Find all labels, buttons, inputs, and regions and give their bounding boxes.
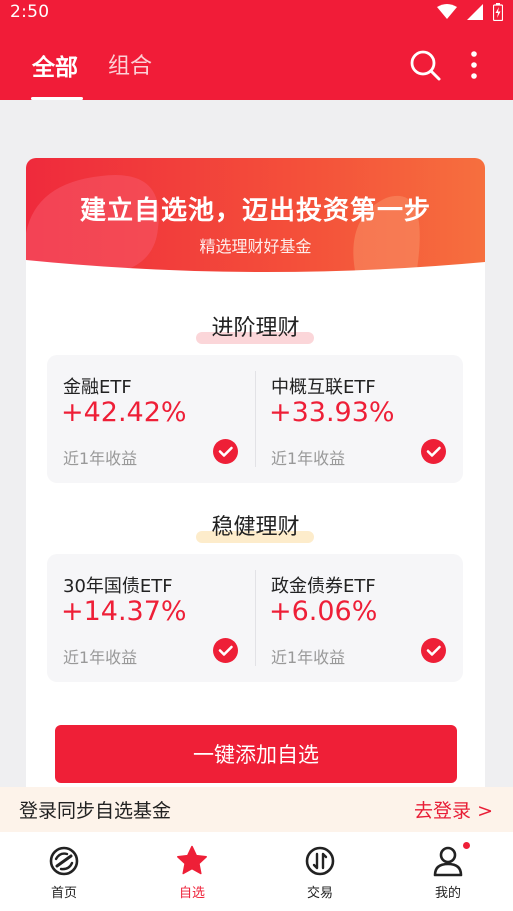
- login-link[interactable]: 去登录 >: [414, 796, 493, 823]
- fund-return-label: 近1年收益: [271, 449, 346, 468]
- tab-underline: [31, 97, 83, 100]
- fund-return: +42.42%: [61, 397, 187, 428]
- section-title-text: 稳健理财: [211, 515, 300, 540]
- wifi-icon: [437, 4, 457, 19]
- fund-card[interactable]: 30年国债ETF +14.37% 近1年收益: [47, 554, 255, 682]
- fund-group-steady: 30年国债ETF +14.37% 近1年收益 政金债券ETF +6.06% 近1…: [47, 554, 463, 682]
- status-bar: 2:50: [0, 0, 513, 24]
- section-title-text: 进阶理财: [211, 316, 300, 341]
- fund-name: 中概互联ETF: [271, 377, 376, 398]
- tab-label: 首页: [50, 886, 77, 901]
- tab-label: 交易: [306, 886, 333, 901]
- tab-all[interactable]: 全部: [32, 48, 78, 82]
- tab-label: 我的: [434, 886, 461, 901]
- fund-return-label: 近1年收益: [63, 449, 138, 468]
- fund-card[interactable]: 金融ETF +42.42% 近1年收益: [47, 355, 255, 483]
- fund-return: +14.37%: [61, 596, 187, 627]
- trade-icon: [305, 846, 335, 876]
- login-bar: 登录同步自选基金 去登录 >: [0, 787, 513, 832]
- fund-name: 金融ETF: [63, 377, 132, 398]
- banner-subtitle: 精选理财好基金: [199, 237, 312, 256]
- tab-group[interactable]: 组合: [108, 48, 152, 80]
- bottom-tab-bar: 首页 自选 交易 我的: [0, 832, 513, 911]
- fund-group-advanced: 金融ETF +42.42% 近1年收益 中概互联ETF +33.93% 近1年收…: [47, 355, 463, 483]
- tab-watchlist[interactable]: 自选: [128, 832, 256, 911]
- fund-name: 30年国债ETF: [63, 576, 173, 597]
- status-icons: [437, 3, 503, 21]
- fund-return-label: 近1年收益: [271, 648, 346, 667]
- home-icon: [49, 846, 79, 876]
- top-bar: 2:50 全部 组合: [0, 0, 513, 100]
- check-icon[interactable]: [421, 439, 446, 464]
- section-title-steady: 稳健理财: [26, 509, 485, 543]
- fund-return: +33.93%: [269, 397, 395, 428]
- watchlist-card: 建立自选池，迈出投资第一步 精选理财好基金 进阶理财 金融ETF +42.42%…: [26, 158, 485, 838]
- login-prompt: 登录同步自选基金: [19, 800, 172, 822]
- battery-icon: [493, 3, 503, 21]
- fund-card[interactable]: 政金债券ETF +6.06% 近1年收益: [255, 554, 463, 682]
- fund-return: +6.06%: [269, 596, 378, 627]
- banner-title: 建立自选池，迈出投资第一步: [79, 196, 431, 226]
- fund-name: 政金债券ETF: [271, 576, 376, 597]
- status-time: 2:50: [10, 2, 50, 22]
- tab-home[interactable]: 首页: [0, 832, 128, 911]
- check-icon[interactable]: [421, 638, 446, 663]
- notification-dot: [462, 841, 471, 850]
- check-icon[interactable]: [213, 638, 238, 663]
- fund-return-label: 近1年收益: [63, 648, 138, 667]
- star-icon: [177, 845, 207, 875]
- signal-icon: [467, 4, 483, 20]
- tab-label: 自选: [178, 886, 205, 901]
- banner: 建立自选池，迈出投资第一步 精选理财好基金: [26, 158, 485, 276]
- search-icon[interactable]: [408, 48, 442, 82]
- section-title-advanced: 进阶理财: [26, 310, 485, 344]
- add-all-watchlist-button[interactable]: 一键添加自选: [55, 725, 457, 783]
- more-icon[interactable]: [462, 48, 486, 82]
- profile-icon: [433, 846, 463, 877]
- check-icon[interactable]: [213, 439, 238, 464]
- nav-bar: 全部 组合: [0, 36, 513, 100]
- fund-card[interactable]: 中概互联ETF +33.93% 近1年收益: [255, 355, 463, 483]
- tab-trade[interactable]: 交易: [256, 832, 384, 911]
- tab-profile[interactable]: 我的: [384, 832, 512, 911]
